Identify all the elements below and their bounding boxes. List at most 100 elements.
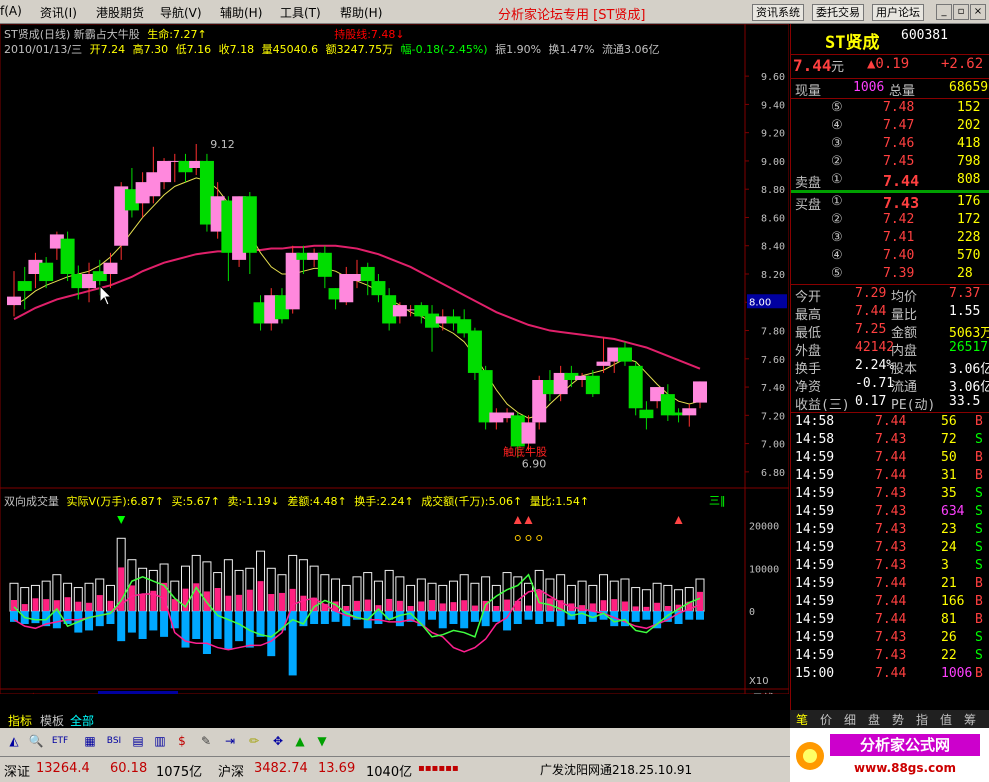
menu-bar: f(A) 资讯(I) 港股期货 导航(V) 辅助(H) 工具(T) 帮助(H) … [0, 0, 989, 24]
stat-label: 收益(三) [795, 398, 850, 413]
tab-board[interactable]: 盘 [868, 711, 880, 728]
quote-row: 最低 7.25 金额 5063万 [791, 322, 989, 341]
ask-price: 7.45 [883, 154, 915, 169]
signal-circle-mark [525, 535, 532, 541]
tab-tick[interactable]: 笔 [796, 711, 808, 728]
sell-volume-bar [85, 611, 94, 631]
candle-body [521, 422, 536, 444]
toolbar-chart-icon[interactable]: ▦ [80, 731, 100, 751]
tick-price: 7.43 [875, 432, 907, 447]
price-tick-label: 9.40 [761, 100, 785, 111]
current-price-label: 8.00 [749, 297, 771, 308]
quote-row: ② 7.45 798 [791, 154, 989, 172]
buy-volume-fill [96, 595, 103, 612]
price-tick-label: 8.20 [761, 270, 785, 281]
sell-volume-bar [395, 611, 404, 627]
sell-volume-bar [310, 611, 319, 624]
sell-volume-bar [685, 611, 694, 620]
stat-value: 5063万 [949, 326, 989, 341]
toolbar-export-icon[interactable]: ⇥ [220, 731, 240, 751]
menu-tools[interactable]: 工具(T) [280, 4, 321, 21]
menu-assist[interactable]: 辅助(H) [220, 4, 262, 21]
tick-time: 15:00 [795, 666, 835, 681]
toolbar-bsi-icon[interactable]: BSI [104, 731, 124, 751]
menu-navigate[interactable]: 导航(V) [160, 4, 202, 21]
toolbar-pencil-icon[interactable]: ✏ [244, 731, 264, 751]
tick-side: B [975, 594, 983, 609]
ask-volume: 808 [957, 172, 981, 187]
quote-row: ⑤ 7.39 28 [791, 266, 989, 284]
tick-time: 14:59 [795, 576, 835, 591]
stat-label: 内盘 [891, 344, 918, 359]
window-title: 分析家论坛专用 [ST贤成] [498, 8, 646, 23]
tick-volume: 72 [941, 432, 957, 447]
quote-row: 14:59 7.44 81 B [791, 612, 989, 630]
delegate-trade-button[interactable]: 委托交易 [812, 4, 864, 21]
toolbar-up-icon[interactable]: ▲ [290, 731, 310, 751]
toolbar-move-icon[interactable]: ✥ [268, 731, 288, 751]
restore-icon[interactable]: ▫ [953, 4, 969, 20]
buy-volume-fill [171, 599, 178, 612]
menu-file[interactable]: f(A) [0, 4, 22, 18]
menu-hk-futures[interactable]: 港股期货 [96, 4, 144, 21]
price-tick-label: 9.60 [761, 72, 785, 83]
tick-price: 7.44 [875, 414, 907, 429]
quote-row: 7.44 元 ▲0.19 +2.62 [791, 56, 989, 75]
tick-price: 7.43 [875, 540, 907, 555]
app-window: f(A) 资讯(I) 港股期货 导航(V) 辅助(H) 工具(T) 帮助(H) … [0, 0, 989, 782]
quote-separator [791, 54, 989, 55]
tab-all[interactable]: 全部 [70, 712, 94, 729]
tick-side: S [975, 558, 983, 573]
user-forum-button[interactable]: 用户论坛 [872, 4, 924, 21]
tick-price: 7.44 [875, 576, 907, 591]
stat-value: 7.29 [855, 286, 887, 301]
sz-index: 13264.4 [36, 761, 90, 776]
buy-volume-fill [525, 605, 532, 612]
toolbar-list-icon[interactable]: ▥ [150, 731, 170, 751]
price-tick-label: 8.40 [761, 242, 785, 253]
toolbar-zoom-icon[interactable]: 🔍 [26, 731, 46, 751]
kline-chart-area[interactable]: ST贤成(日线) 新霸占大牛股 生命:7.27↑ 持股线:7.48↓ 2010/… [0, 24, 789, 694]
sell-volume-bar [449, 611, 458, 624]
toolbar-down-icon[interactable]: ▼ [312, 731, 332, 751]
stat-value: 7.25 [855, 322, 887, 337]
toolbar: ◭ 🔍 ETF ▦ BSI ▤ ▥ $ ✎ ⇥ ✏ ✥ ▲ ▼ [0, 728, 790, 756]
buy-volume-fill [214, 588, 221, 612]
quote-row: ② 7.42 172 [791, 212, 989, 230]
info-system-button[interactable]: 资讯系统 [752, 4, 804, 21]
toolbar-grid-icon[interactable]: ▤ [128, 731, 148, 751]
toolbar-etf-icon[interactable]: ETF [50, 731, 70, 751]
buy-volume-fill [429, 600, 436, 612]
quote-separator [791, 78, 989, 79]
tab-index[interactable]: 指 [916, 711, 928, 728]
bid-level: ② [831, 212, 843, 227]
close-icon[interactable]: × [970, 4, 986, 20]
toolbar-pin-icon[interactable]: ◭ [4, 731, 24, 751]
tab-indicator[interactable]: 指标 [8, 712, 32, 729]
tick-price: 7.43 [875, 522, 907, 537]
buy-volume-fill [407, 606, 414, 612]
candle-body [103, 262, 118, 274]
stat-label: 今开 [795, 290, 822, 305]
tick-side: S [975, 432, 983, 447]
tab-trend[interactable]: 势 [892, 711, 904, 728]
menu-info[interactable]: 资讯(I) [40, 4, 77, 21]
sh-change: 13.69 [318, 761, 356, 776]
stat-value: 3.06亿 [949, 362, 989, 377]
toolbar-tools-icon[interactable]: ✎ [196, 731, 216, 751]
tab-detail[interactable]: 细 [844, 711, 856, 728]
tab-brief[interactable]: 值 [940, 711, 952, 728]
tab-template[interactable]: 模板 [40, 712, 64, 729]
tab-price[interactable]: 价 [820, 711, 832, 728]
toolbar-money-icon[interactable]: $ [172, 731, 192, 751]
menu-help[interactable]: 帮助(H) [340, 4, 382, 21]
buy-volume-fill [493, 606, 500, 612]
tick-side: B [975, 450, 983, 465]
tab-other[interactable]: 筹 [964, 711, 976, 728]
minimize-icon[interactable]: _ [936, 4, 952, 20]
buy-volume-fill [600, 600, 607, 612]
sz-amount: 1075亿 [156, 765, 203, 780]
stat-label: 净资 [795, 380, 822, 395]
buy-volume-fill [697, 591, 703, 612]
candle-body [596, 361, 611, 366]
